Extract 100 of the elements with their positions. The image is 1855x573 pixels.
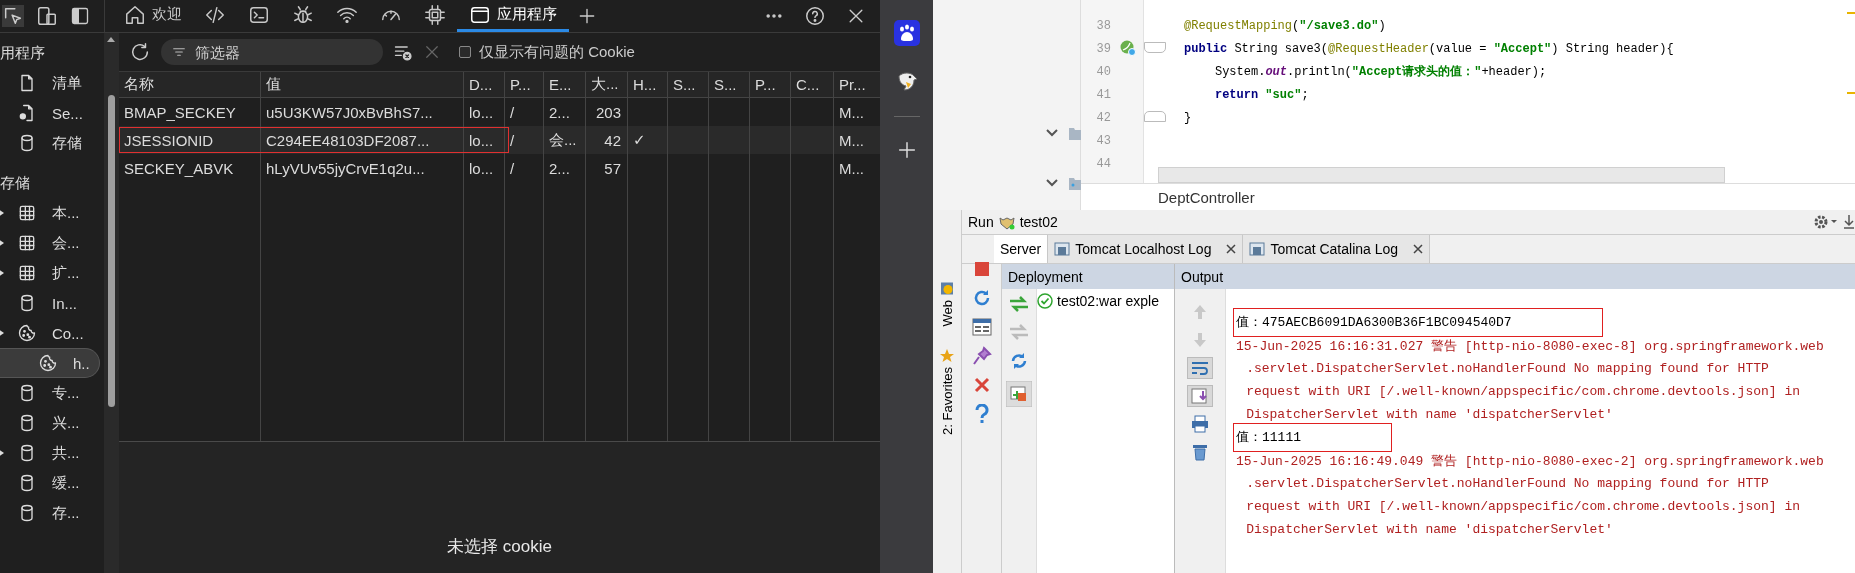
- side-panel-tab[interactable]: 2: Favorites: [939, 348, 955, 435]
- fold-marker-icon[interactable]: [1144, 111, 1166, 122]
- run-tab[interactable]: Server: [994, 235, 1049, 263]
- panel-tab[interactable]: 应用程序: [457, 0, 569, 32]
- plus-icon[interactable]: [577, 6, 597, 26]
- column-header[interactable]: S...: [709, 72, 750, 98]
- deploy-icon[interactable]: [1008, 295, 1030, 313]
- line-number: 43: [1095, 133, 1111, 148]
- table-cell: lo...: [464, 126, 505, 154]
- log-line: DispatcherServlet with name 'dispatcherServlet': [1245, 521, 1614, 539]
- layout-icon[interactable]: [971, 318, 992, 336]
- device-icon[interactable]: [36, 5, 58, 27]
- scroll-to-end-button[interactable]: [1187, 385, 1213, 407]
- run-tab[interactable]: Tomcat Localhost Log: [1048, 235, 1244, 263]
- cookie-icon: [17, 323, 37, 343]
- column-header[interactable]: 大...: [586, 72, 628, 98]
- sidebar-item[interactable]: 兴...: [0, 408, 104, 438]
- sidebar-item[interactable]: 专...: [0, 378, 104, 408]
- table-cell: /: [505, 154, 544, 182]
- code-line: System.out.println("Accept请求头的值："+header);: [1214, 64, 1547, 80]
- refresh-icon[interactable]: [129, 41, 151, 63]
- help-icon[interactable]: [804, 5, 826, 27]
- log-line: .servlet.DispatcherServlet.noHandlerFound No mapping found for HTTP: [1245, 360, 1770, 378]
- table-cell: M...: [834, 126, 881, 154]
- output-header: Output: [1175, 264, 1855, 289]
- column-header[interactable]: 名称: [119, 72, 261, 98]
- chevron-icon[interactable]: [1045, 178, 1059, 188]
- sidebar-item[interactable]: Co...: [0, 318, 104, 348]
- fold-marker-icon[interactable]: [1144, 42, 1166, 53]
- column-header[interactable]: C...: [791, 72, 834, 98]
- run-tab[interactable]: Tomcat Catalina Log: [1243, 235, 1431, 263]
- log-line: 15-Jun-2025 16:16:49.049 警告 [http-nio-8080-exec-2] org.springframework.web: [1235, 452, 1825, 471]
- soft-wrap-button[interactable]: [1187, 357, 1213, 379]
- column-header[interactable]: P...: [750, 72, 791, 98]
- checkbox[interactable]: [459, 46, 471, 58]
- line-number: 39: [1095, 41, 1111, 56]
- sidebar-item[interactable]: 扩...: [0, 258, 104, 288]
- home-icon: [124, 3, 146, 26]
- log-line: DispatcherServlet with name 'dispatcherServlet': [1245, 406, 1614, 424]
- star-icon: [940, 348, 954, 363]
- sidebar-item[interactable]: 存储: [0, 128, 104, 158]
- column-header[interactable]: P...: [505, 72, 544, 98]
- column-header[interactable]: E...: [544, 72, 586, 98]
- pin-icon[interactable]: [971, 346, 992, 366]
- empty-state-title: 未选择 cookie: [447, 536, 552, 558]
- log-line: request with URI [/.well-known/appspecific/com.chrome.devtools.json] in: [1245, 498, 1802, 516]
- run-label: Run: [968, 214, 994, 230]
- sidebar-item[interactable]: 存...: [0, 498, 104, 528]
- sidebar-item[interactable]: Se...: [0, 98, 104, 128]
- sync-icon[interactable]: [1009, 351, 1029, 371]
- close-icon[interactable]: [1413, 244, 1424, 254]
- run-config[interactable]: test02: [1019, 214, 1058, 230]
- chevron-icon[interactable]: [1045, 128, 1059, 138]
- line-number: 40: [1095, 64, 1111, 79]
- line-number: 44: [1095, 156, 1111, 171]
- sidebar-item[interactable]: 缓...: [0, 468, 104, 498]
- column-header[interactable]: S...: [668, 72, 709, 98]
- stop-icon[interactable]: [972, 260, 991, 278]
- trash-icon[interactable]: [1192, 443, 1208, 461]
- column-header[interactable]: D...: [464, 72, 505, 98]
- close-icon[interactable]: [1226, 244, 1237, 254]
- table-icon: [17, 263, 37, 283]
- table-cell: JSESSIONID: [119, 126, 261, 154]
- bug-icon: [292, 3, 314, 26]
- sidebar-item[interactable]: In...: [0, 288, 104, 318]
- column-header[interactable]: Pr...: [834, 72, 881, 98]
- download-icon[interactable]: [1843, 214, 1855, 230]
- table-cell: 57: [586, 154, 628, 182]
- sidebar-item[interactable]: 共...: [0, 438, 104, 468]
- column-header[interactable]: H...: [628, 72, 668, 98]
- sidebar-item[interactable]: 清单: [0, 68, 104, 98]
- line-number: 38: [1095, 18, 1111, 33]
- table-cell: ✓: [628, 126, 668, 154]
- column-header[interactable]: 值: [261, 72, 464, 98]
- log-line: 15-Jun-2025 16:16:31.027 警告 [http-nio-8080-exec-8] org.springframework.web: [1235, 337, 1825, 356]
- deployment-item[interactable]: test02:war exple: [1057, 293, 1159, 309]
- sidebar-icon[interactable]: [70, 6, 90, 26]
- baidu-paw-icon[interactable]: [893, 20, 920, 46]
- table-cell: lo...: [464, 154, 505, 182]
- sidebar-item[interactable]: 会...: [0, 228, 104, 258]
- log-line: 值：475AECB6091DA6300B36F1BC094540D7: [1234, 309, 1602, 336]
- artifact-icon[interactable]: [1006, 381, 1032, 407]
- sidebar-item[interactable]: h..: [0, 348, 100, 378]
- print-icon[interactable]: [1191, 415, 1209, 433]
- file-tab[interactable]: DeptController: [1158, 188, 1255, 206]
- line-number: 42: [1095, 110, 1111, 125]
- table-cell: [668, 126, 709, 154]
- filter-field[interactable]: 筛选器: [161, 39, 383, 65]
- log-icon: [1054, 242, 1071, 256]
- table-cell: hLyVUv55jyCrvE1q2u...: [261, 154, 464, 182]
- folder-icon: [1069, 176, 1081, 190]
- scrollbar[interactable]: [104, 33, 119, 573]
- side-panel-tab[interactable]: Web: [939, 282, 955, 327]
- checkbox-label: 仅显示有问题的 Cookie: [479, 42, 635, 62]
- horizontal-scrollbar[interactable]: [1158, 167, 1725, 183]
- panel-tab[interactable]: 欢迎: [113, 0, 193, 32]
- settings-icon[interactable]: [1813, 214, 1839, 230]
- sidebar-item[interactable]: 本...: [0, 198, 104, 228]
- inspect-icon[interactable]: [2, 5, 24, 27]
- table-cell: [709, 126, 750, 154]
